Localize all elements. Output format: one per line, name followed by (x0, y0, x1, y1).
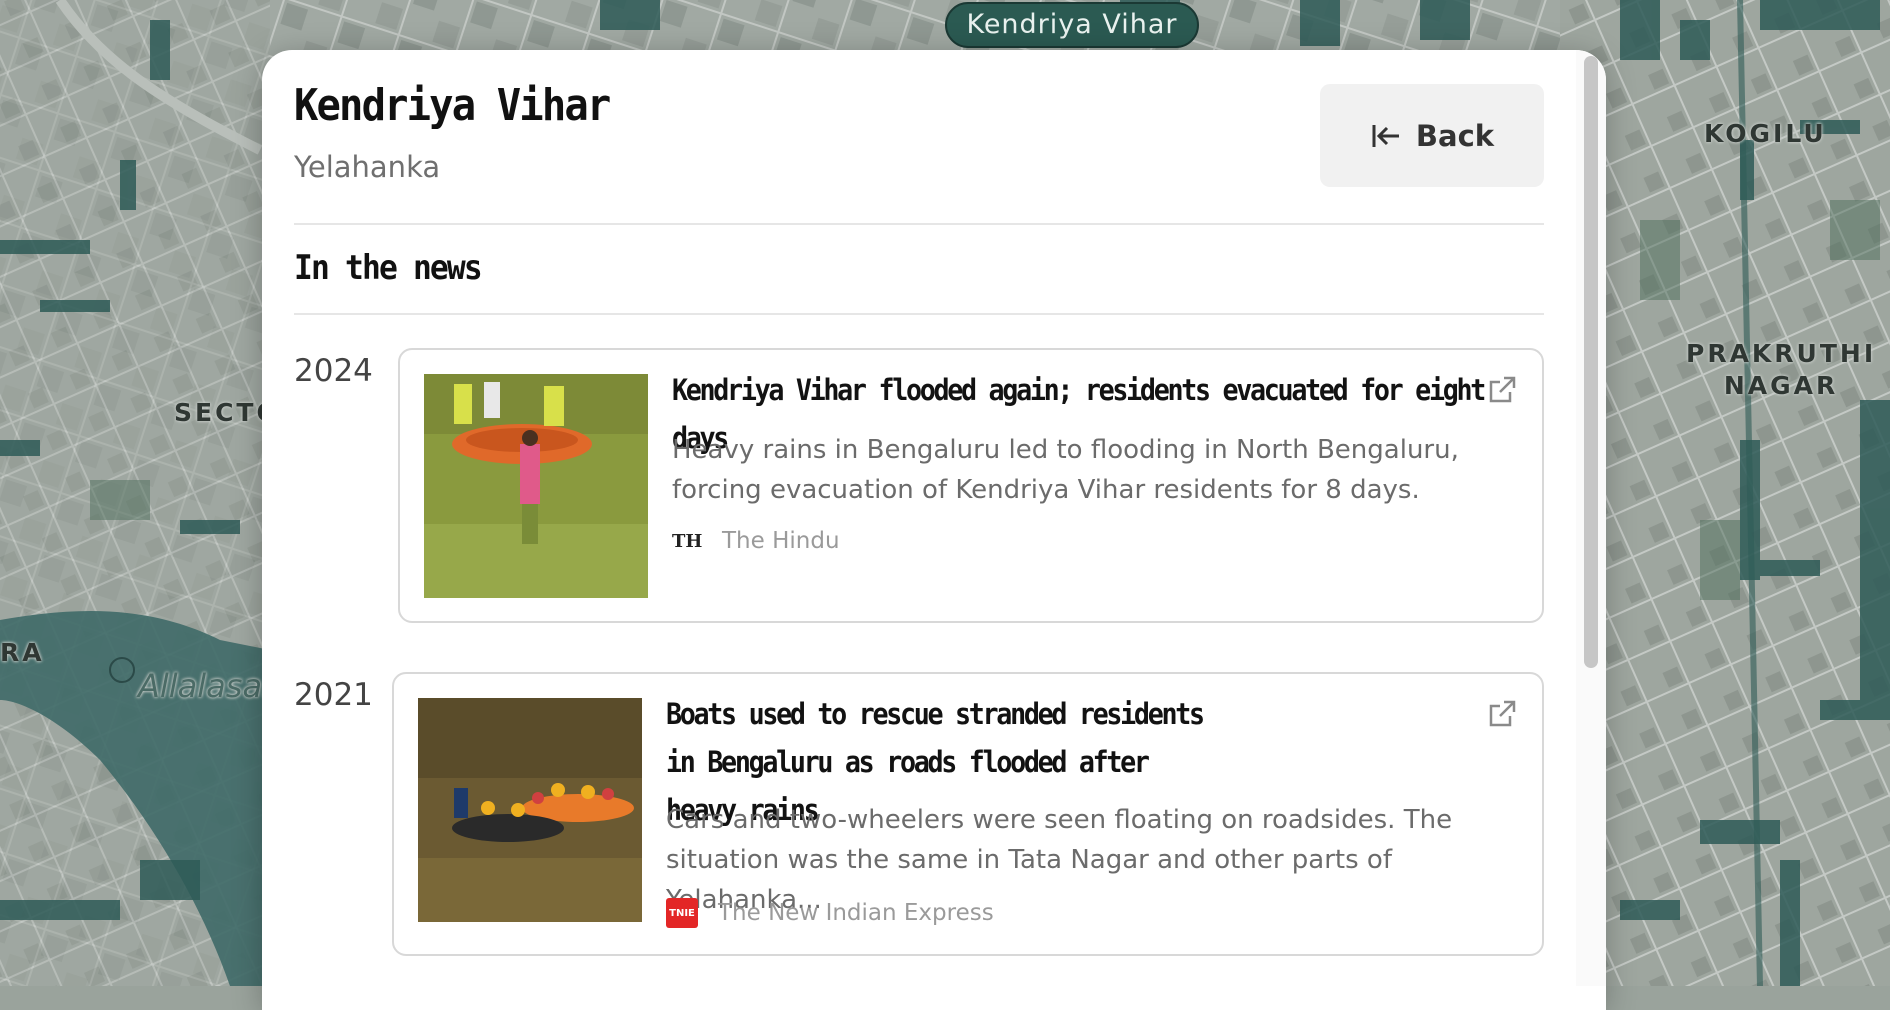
news-card[interactable]: Kendriya Vihar flooded again; residents … (398, 348, 1544, 623)
the-hindu-logo: TH (672, 530, 703, 552)
news-thumbnail-rescue-boats[interactable] (418, 698, 642, 922)
back-button[interactable]: Back (1320, 84, 1544, 187)
external-link-icon[interactable] (1486, 374, 1518, 406)
news-description: Heavy rains in Bengaluru led to flooding… (672, 435, 1459, 505)
page-subtitle: Yelahanka (294, 150, 441, 184)
news-year: 2024 (294, 353, 373, 389)
news-year: 2021 (294, 677, 373, 713)
section-title-news: In the news (294, 248, 483, 288)
page-title: Kendriya Vihar (294, 80, 611, 131)
back-arrow-icon (1372, 124, 1399, 147)
map-pin-label[interactable]: Kendriya Vihar (945, 2, 1199, 48)
tnie-logo: TNIE (666, 898, 698, 928)
news-source: TH The Hindu (672, 528, 840, 554)
scrollbar-thumb[interactable] (1584, 56, 1598, 668)
map-label-allalasandra: Allalasan (138, 667, 283, 705)
map-label-ra: RA (0, 638, 45, 667)
divider (294, 313, 1544, 315)
map-label-prakruthi-nagar: PRAKRUTHI NAGAR (1686, 339, 1877, 400)
external-link-icon[interactable] (1486, 698, 1518, 730)
news-card[interactable]: Boats used to rescue stranded residents … (392, 672, 1544, 956)
news-thumbnail-flood-raft[interactable] (424, 374, 648, 598)
news-source: TNIE The New Indian Express (666, 898, 994, 928)
news-source-name: The New Indian Express (718, 900, 994, 926)
news-source-name: The Hindu (722, 528, 840, 554)
back-button-label: Back (1415, 118, 1495, 153)
divider (294, 223, 1544, 225)
map-label-kogilu: KOGILU (1704, 119, 1827, 148)
